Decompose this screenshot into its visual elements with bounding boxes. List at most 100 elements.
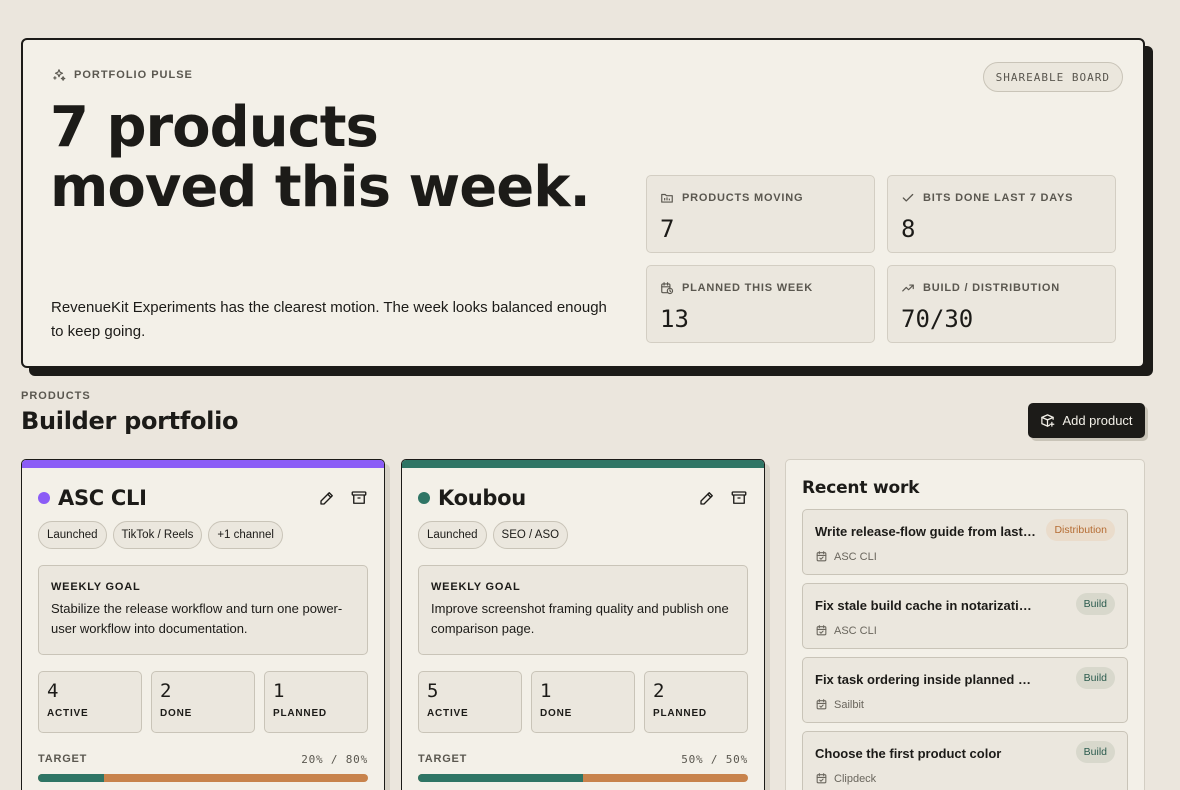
shareable-board-button[interactable]: SHAREABLE BOARD xyxy=(982,62,1123,92)
work-item-product: Clipdeck xyxy=(834,772,877,785)
edit-icon[interactable] xyxy=(318,489,336,507)
add-product-button[interactable]: Add product xyxy=(1028,403,1145,438)
weekly-goal-text: Improve screenshot framing quality and p… xyxy=(431,601,729,636)
target-row: TARGET 50% / 50% xyxy=(418,753,748,766)
product-card-koubou[interactable]: Koubou Launched SEO / ASO WEEKLY GOAL Im… xyxy=(401,459,765,790)
recent-work-list: Write release-flow guide from last ... D… xyxy=(802,509,1128,790)
stat-grid: PRODUCTS MOVING 7 BITS DONE LAST 7 DAYS … xyxy=(646,175,1116,343)
count-label: PLANNED xyxy=(653,708,707,719)
weekly-goal-text: Stabilize the release workflow and turn … xyxy=(51,601,343,636)
stat-products-moving: PRODUCTS MOVING 7 xyxy=(646,175,875,253)
calendar-check-icon xyxy=(816,773,827,784)
list-item[interactable]: Fix task ordering inside planned week la… xyxy=(802,657,1128,723)
task-counts: 4 ACTIVE 2 DONE 1 PLANNED xyxy=(38,671,368,733)
more-channels-tag[interactable]: +1 channel xyxy=(208,521,283,549)
category-badge: Build xyxy=(1075,741,1115,763)
stat-value: 8 xyxy=(901,215,916,243)
weekly-goal-label: WEEKLY GOAL xyxy=(51,581,141,593)
count-planned: 1 PLANNED xyxy=(264,671,368,733)
count-label: DONE xyxy=(160,708,193,719)
count-planned: 2 PLANNED xyxy=(644,671,748,733)
build-distribution-bar xyxy=(418,774,748,782)
package-plus-icon xyxy=(1041,414,1055,427)
build-share-fill xyxy=(38,774,104,782)
work-item-title: Write release-flow guide from last ... xyxy=(815,524,1037,539)
count-done: 2 DONE xyxy=(151,671,255,733)
count-active: 4 ACTIVE xyxy=(38,671,142,733)
archive-icon[interactable] xyxy=(350,489,368,507)
calendar-check-icon xyxy=(816,551,827,562)
weekly-goal-box: WEEKLY GOAL Improve screenshot framing q… xyxy=(418,565,748,655)
work-item-product: ASC CLI xyxy=(834,624,877,637)
stat-value: 13 xyxy=(660,305,689,333)
stat-value: 70/30 xyxy=(901,305,974,333)
folder-icon xyxy=(661,193,673,203)
work-item-title: Choose the first product color xyxy=(815,746,1002,761)
stat-planned-week: PLANNED THIS WEEK 13 xyxy=(646,265,875,343)
recent-work-title: Recent work xyxy=(802,478,920,498)
build-share-fill xyxy=(418,774,583,782)
edit-icon[interactable] xyxy=(698,489,716,507)
pulse-hero-card: PORTFOLIO PULSE SHAREABLE BOARD 7 produc… xyxy=(21,38,1145,368)
count-value: 5 xyxy=(427,680,439,702)
target-label: TARGET xyxy=(38,753,88,765)
target-row: TARGET 20% / 80% xyxy=(38,753,368,766)
status-tag: Launched xyxy=(418,521,487,549)
trending-up-icon xyxy=(902,284,914,292)
weekly-goal-label: WEEKLY GOAL xyxy=(431,581,521,593)
weekly-goal-box: WEEKLY GOAL Stabilize the release workfl… xyxy=(38,565,368,655)
card-accent-bar xyxy=(402,460,764,468)
product-tags: Launched TikTok / Reels +1 channel xyxy=(38,521,283,549)
count-value: 2 xyxy=(160,680,172,702)
stat-label: PLANNED THIS WEEK xyxy=(682,282,813,294)
hero-subtitle: RevenueKit Experiments has the clearest … xyxy=(51,299,607,340)
stat-label: PRODUCTS MOVING xyxy=(682,192,804,204)
task-counts: 5 ACTIVE 1 DONE 2 PLANNED xyxy=(418,671,748,733)
count-label: ACTIVE xyxy=(47,708,89,719)
count-value: 4 xyxy=(47,680,59,702)
count-label: PLANNED xyxy=(273,708,327,719)
product-tags: Launched SEO / ASO xyxy=(418,521,569,549)
product-name: ASC CLI xyxy=(58,486,147,510)
work-item-title: Fix stale build cache in notarization co… xyxy=(815,598,1037,613)
calendar-check-icon xyxy=(816,625,827,636)
stat-bits-done: BITS DONE LAST 7 DAYS 8 xyxy=(887,175,1116,253)
work-item-product: Sailbit xyxy=(834,698,864,711)
channel-tag: TikTok / Reels xyxy=(112,521,203,549)
count-label: DONE xyxy=(540,708,573,719)
stat-label: BUILD / DISTRIBUTION xyxy=(923,282,1060,294)
target-value: 50% / 50% xyxy=(681,753,748,766)
sparkles-icon xyxy=(53,69,66,81)
status-tag: Launched xyxy=(38,521,107,549)
hero-title: 7 products moved this week. xyxy=(50,95,591,220)
count-done: 1 DONE xyxy=(531,671,635,733)
calendar-clock-icon xyxy=(661,282,674,295)
stat-value: 7 xyxy=(660,215,675,243)
hero-eyebrow: PORTFOLIO PULSE xyxy=(52,68,193,82)
target-label: TARGET xyxy=(418,753,468,765)
stat-label: BITS DONE LAST 7 DAYS xyxy=(923,192,1074,204)
recent-work-panel: Recent work Write release-flow guide fro… xyxy=(785,459,1145,790)
list-item[interactable]: Fix stale build cache in notarization co… xyxy=(802,583,1128,649)
section-eyebrow: PRODUCTS xyxy=(21,390,91,402)
stat-build-distribution: BUILD / DISTRIBUTION 70/30 xyxy=(887,265,1116,343)
list-item[interactable]: Write release-flow guide from last ... D… xyxy=(802,509,1128,575)
category-badge: Build xyxy=(1075,667,1115,689)
count-label: ACTIVE xyxy=(427,708,469,719)
build-distribution-bar xyxy=(38,774,368,782)
channel-tag: SEO / ASO xyxy=(492,521,569,549)
product-name: Koubou xyxy=(438,486,526,510)
work-item-product: ASC CLI xyxy=(834,550,877,563)
product-card-asc-cli[interactable]: ASC CLI Launched TikTok / Reels +1 chann… xyxy=(21,459,385,790)
count-value: 1 xyxy=(540,680,552,702)
category-badge: Build xyxy=(1075,593,1115,615)
product-color-dot xyxy=(418,492,430,504)
add-product-label: Add product xyxy=(1062,413,1133,428)
list-item[interactable]: Choose the first product color Build Cli… xyxy=(802,731,1128,790)
count-value: 2 xyxy=(653,680,665,702)
target-value: 20% / 80% xyxy=(301,753,368,766)
archive-icon[interactable] xyxy=(730,489,748,507)
card-accent-bar xyxy=(22,460,384,468)
work-item-title: Fix task ordering inside planned week la… xyxy=(815,672,1037,687)
count-active: 5 ACTIVE xyxy=(418,671,522,733)
